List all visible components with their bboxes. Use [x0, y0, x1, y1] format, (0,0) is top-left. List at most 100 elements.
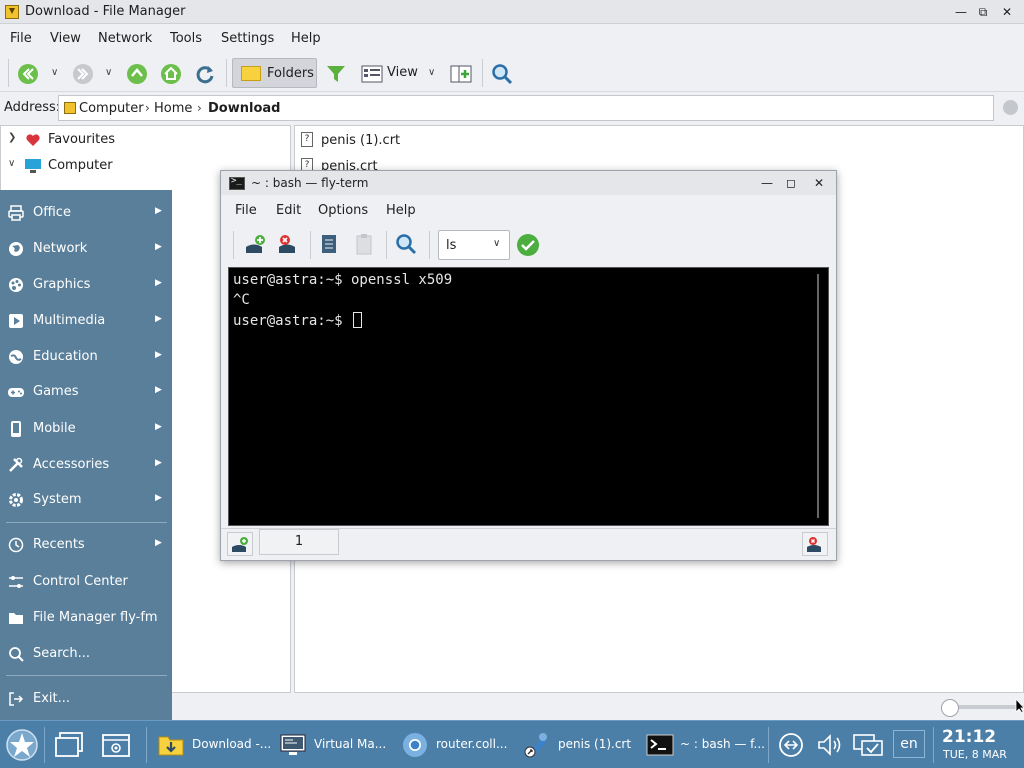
view-label[interactable]: View	[387, 65, 418, 80]
filter-icon[interactable]	[325, 63, 347, 85]
menu-exit[interactable]: Exit...	[0, 681, 172, 715]
menu-help[interactable]: Help	[291, 31, 321, 46]
toolbar-separator	[310, 231, 311, 259]
menu-education[interactable]: Education ▶	[0, 339, 172, 373]
go-icon[interactable]	[1003, 100, 1018, 115]
task-file-manager[interactable]: Download -...	[158, 721, 272, 768]
printer-icon	[8, 205, 24, 221]
task-certificate[interactable]: penis (1).crt	[524, 721, 636, 768]
menu-graphics[interactable]: Graphics ▶	[0, 267, 172, 301]
crumb-computer[interactable]: Computer	[79, 101, 144, 116]
forward-icon[interactable]	[72, 63, 94, 85]
show-desktop-icon[interactable]	[54, 730, 84, 760]
menu-system[interactable]: System ▶	[0, 482, 172, 516]
close-tab-button[interactable]	[802, 532, 828, 556]
start-menu-button[interactable]	[6, 729, 38, 761]
menu-control-center[interactable]: Control Center	[0, 564, 172, 598]
menu-help[interactable]: Help	[386, 203, 416, 218]
display-icon[interactable]	[853, 732, 883, 758]
task-browser[interactable]: router.coll...	[402, 721, 514, 768]
submenu-arrow-icon: ▶	[155, 422, 162, 432]
menu-view[interactable]: View	[50, 31, 81, 46]
menu-mobile[interactable]: Mobile ▶	[0, 411, 172, 445]
menu-label: System	[33, 492, 82, 507]
task-label: router.coll...	[436, 737, 508, 751]
menu-edit[interactable]: Edit	[276, 203, 301, 218]
refresh-icon[interactable]	[194, 63, 216, 85]
menu-office[interactable]: Office ▶	[0, 195, 172, 229]
menu-label: Games	[33, 384, 79, 399]
collapse-arrow-icon[interactable]: ∨	[8, 158, 15, 169]
file-manager-icon	[5, 5, 19, 19]
menu-recents[interactable]: Recents ▶	[0, 527, 172, 561]
home-icon[interactable]	[160, 63, 182, 85]
back-history-dropdown[interactable]: ∨	[51, 67, 58, 78]
menu-games[interactable]: Games ▶	[0, 374, 172, 408]
title-bar[interactable]: Download - File Manager — ⧉ ✕	[0, 0, 1024, 24]
menu-options[interactable]: Options	[318, 203, 368, 218]
tree-item-favourites[interactable]: ❯ Favourites	[1, 128, 291, 152]
task-label: Download -...	[192, 737, 272, 751]
maximize-button[interactable]: ⧉	[974, 3, 992, 21]
gamepad-icon	[8, 384, 24, 400]
address-breadcrumb[interactable]: Computer › Home › Download	[58, 95, 994, 121]
keyboard-layout-indicator[interactable]: en	[893, 730, 925, 758]
new-tab-icon[interactable]	[244, 233, 266, 255]
forward-history-dropdown[interactable]: ∨	[105, 67, 112, 78]
command-select[interactable]: ls ∨	[438, 230, 510, 260]
terminal-scrollbar[interactable]	[817, 274, 819, 518]
terminal-tab[interactable]: 1	[259, 529, 339, 555]
up-icon[interactable]	[126, 63, 148, 85]
network-icon[interactable]	[778, 732, 804, 758]
file-item[interactable]: ? penis (1).crt	[299, 128, 999, 152]
new-tab-button[interactable]	[227, 532, 253, 556]
menu-multimedia[interactable]: Multimedia ▶	[0, 303, 172, 337]
menu-network[interactable]: Network ▶	[0, 231, 172, 265]
zoom-slider-knob[interactable]	[941, 699, 959, 717]
palette-icon	[8, 277, 24, 293]
terminal-screen[interactable]: user@astra:~$ openssl x509 ^C user@astra…	[228, 267, 829, 526]
crumb-download[interactable]: Download	[208, 101, 280, 116]
taskbar: Download -... Virtual Ma... router.coll.…	[0, 720, 1024, 768]
menu-search[interactable]: Search...	[0, 636, 172, 670]
volume-icon[interactable]	[816, 732, 842, 758]
terminal-line: user@astra:~$ openssl x509	[233, 272, 453, 288]
crumb-home[interactable]: Home	[154, 101, 192, 116]
find-icon[interactable]	[395, 233, 417, 255]
menu-label: File Manager fly-fm	[33, 610, 158, 625]
paste-icon[interactable]	[355, 233, 373, 255]
menu-file-manager[interactable]: File Manager fly-fm	[0, 600, 172, 634]
task-virtual-machine[interactable]: Virtual Ma...	[280, 721, 392, 768]
close-tab-icon[interactable]	[277, 233, 299, 255]
certificate-icon	[524, 732, 550, 758]
window-switcher-icon[interactable]	[101, 730, 131, 760]
menu-settings[interactable]: Settings	[221, 31, 274, 46]
tools-icon	[8, 457, 24, 473]
menu-label: Office	[33, 205, 71, 220]
terminal-icon	[646, 732, 674, 758]
run-command-icon[interactable]	[516, 233, 540, 257]
view-mode-icon[interactable]	[361, 63, 383, 85]
exit-icon	[8, 691, 24, 707]
close-button[interactable]: ✕	[998, 3, 1016, 21]
menu-tools[interactable]: Tools	[170, 31, 202, 46]
copy-icon[interactable]	[320, 233, 338, 255]
minimize-button[interactable]: —	[758, 174, 776, 192]
terminal-title-bar[interactable]: ~ : bash — fly-term — ◻ ✕	[221, 171, 836, 195]
maximize-button[interactable]: ◻	[782, 174, 800, 192]
folders-toggle-button[interactable]: Folders	[232, 58, 317, 88]
menu-network[interactable]: Network	[98, 31, 152, 46]
expand-arrow-icon[interactable]: ❯	[8, 132, 16, 143]
minimize-button[interactable]: —	[952, 3, 970, 21]
task-terminal[interactable]: ~ : bash — f...	[646, 721, 765, 768]
menu-accessories[interactable]: Accessories ▶	[0, 447, 172, 481]
menu-file[interactable]: File	[235, 203, 257, 218]
folder-icon	[8, 610, 24, 626]
terminal-prompt: user@astra:~$	[233, 313, 352, 329]
search-icon[interactable]	[491, 63, 513, 85]
split-view-icon[interactable]	[450, 63, 472, 85]
menu-file[interactable]: File	[10, 31, 32, 46]
back-icon[interactable]	[17, 63, 39, 85]
close-button[interactable]: ✕	[810, 174, 828, 192]
view-dropdown[interactable]: ∨	[428, 67, 435, 78]
